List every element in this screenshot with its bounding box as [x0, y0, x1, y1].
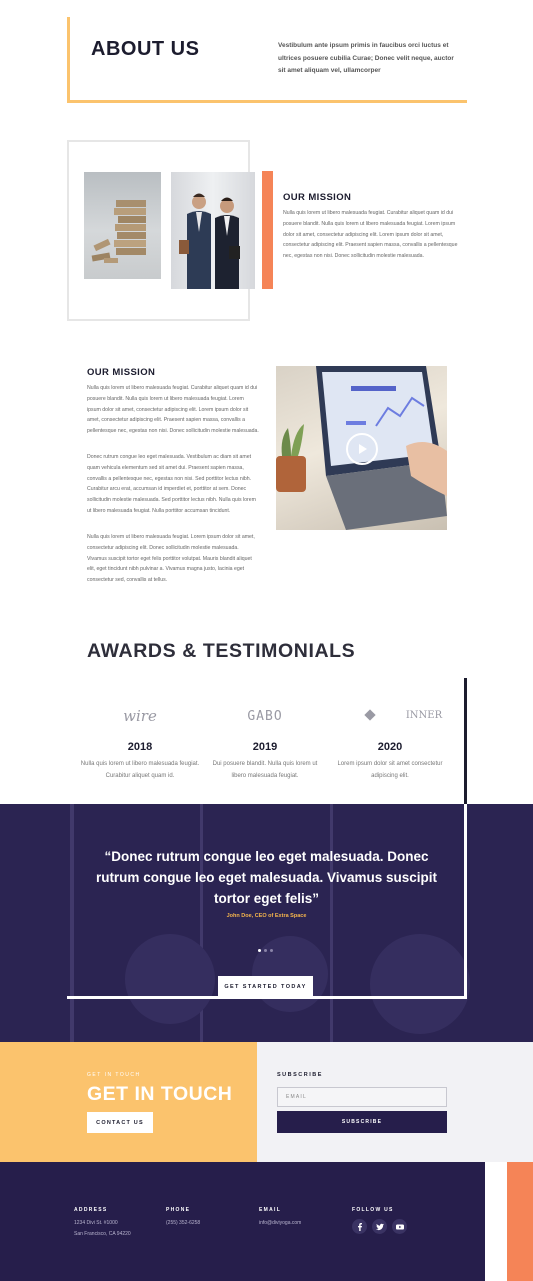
- about-title: ABOUT US: [91, 38, 200, 60]
- testimonial-author: John Doe, CEO of Extra Space: [226, 913, 307, 919]
- footer-email-heading: EMAIL: [259, 1207, 282, 1213]
- youtube-icon[interactable]: [392, 1219, 407, 1234]
- awards-title: AWARDS & TESTIMONIALS: [87, 640, 356, 662]
- award-logo-inner: INNER: [405, 710, 443, 721]
- mission-heading: OUR MISSION: [283, 192, 352, 203]
- mission-accent-bar: [262, 171, 273, 289]
- get-in-touch-eyebrow: GET IN TOUCH: [87, 1072, 141, 1078]
- footer-email[interactable]: info@diviyoga.com: [259, 1218, 301, 1229]
- about-text: Vestibulum ante ipsum primis in faucibus…: [278, 42, 454, 74]
- page: ABOUT US Vestibulum ante ipsum primis in…: [0, 0, 533, 1281]
- mission-paragraph-2: Donec rutrum congue leo eget malesuada. …: [87, 454, 256, 514]
- subscribe-button[interactable]: SUBSCRIBE: [277, 1111, 447, 1133]
- facebook-icon[interactable]: [352, 1219, 367, 1234]
- mission-paragraph-3: Nulla quis lorem ut libero malesuada feu…: [87, 534, 255, 584]
- award-logo-wire: wire: [123, 707, 157, 725]
- slider-dots: [258, 949, 273, 952]
- slider-dot[interactable]: [270, 949, 273, 952]
- award-description: Nulla quis lorem ut libero malesuada feu…: [80, 761, 200, 779]
- footer-accent-white: [485, 1162, 507, 1281]
- slider-dot[interactable]: [264, 949, 267, 952]
- play-button[interactable]: [346, 433, 378, 465]
- subscribe-label: SUBSCRIBE: [277, 1072, 323, 1078]
- jenga-blocks-image: [84, 172, 161, 279]
- award-year: 2020: [377, 741, 403, 753]
- footer-phone-heading: PHONE: [166, 1207, 191, 1213]
- twitter-icon[interactable]: [372, 1219, 387, 1234]
- footer-address-heading: ADDRESS: [74, 1207, 108, 1213]
- businessmen-image: [171, 172, 255, 289]
- award-year: 2019: [252, 741, 278, 753]
- footer-accent-orange: [507, 1162, 533, 1281]
- mission-text: Nulla quis lorem ut libero malesuada feu…: [283, 210, 458, 260]
- email-input[interactable]: [277, 1087, 447, 1107]
- slider-dot-active[interactable]: [258, 949, 261, 952]
- get-started-button[interactable]: GET STARTED TODAY: [218, 976, 313, 998]
- mission-paragraph-1: Nulla quis lorem ut libero malesuada feu…: [87, 385, 259, 435]
- footer-address-line2: San Francisco, CA 94220: [74, 1231, 131, 1237]
- get-in-touch-title: GET IN TOUCH: [87, 1083, 233, 1105]
- testimonial-quote: “Donec rutrum congue leo eget malesuada.…: [95, 849, 438, 906]
- awards-divider: [464, 678, 467, 804]
- award-description: Lorem ipsum dolor sit amet consectetur a…: [337, 761, 443, 779]
- award-year: 2018: [127, 741, 153, 753]
- play-icon: [359, 444, 367, 454]
- footer-phone[interactable]: (255) 352-6258: [166, 1218, 200, 1229]
- contact-us-button[interactable]: CONTACT US: [87, 1112, 153, 1133]
- footer-address-line1: 1234 Divi St. #1000: [74, 1220, 118, 1226]
- mission-video-heading: OUR MISSION: [87, 367, 156, 378]
- award-logo-gabo: GABO: [247, 709, 283, 724]
- footer-follow-heading: FOLLOW US: [352, 1207, 394, 1213]
- award-description: Dui posuere blandit. Nulla quis lorem ut…: [212, 761, 318, 779]
